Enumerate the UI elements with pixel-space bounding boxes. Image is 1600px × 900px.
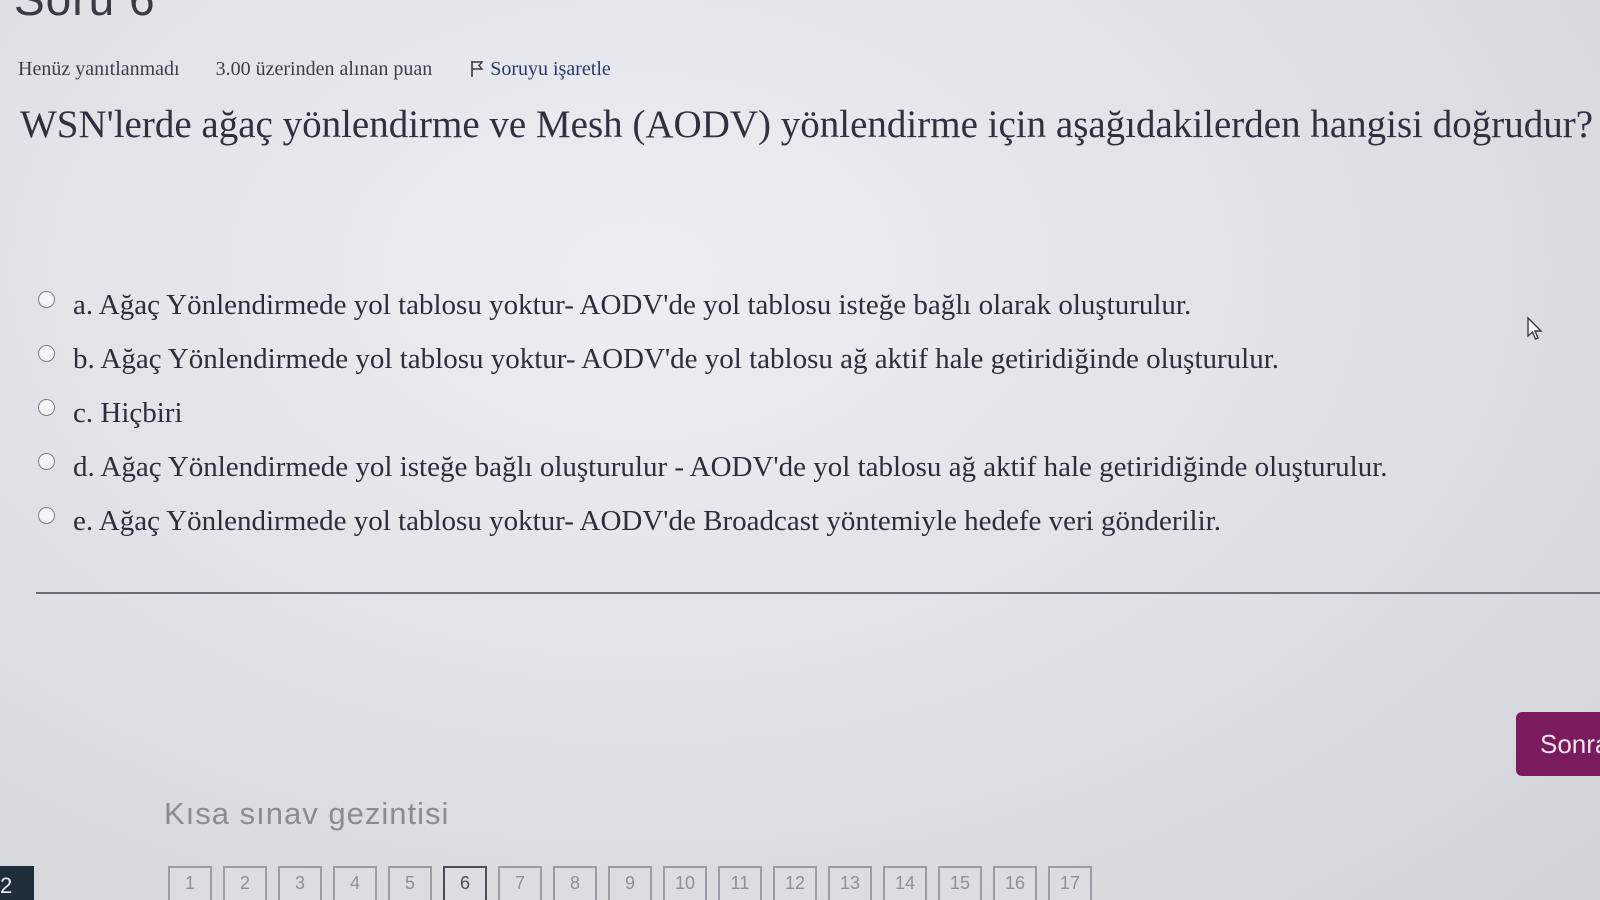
next-page-button[interactable]: Sonraki sayfa	[1516, 712, 1600, 776]
quiz-nav-page-10[interactable]: 10	[663, 866, 707, 900]
flag-icon	[471, 61, 484, 77]
quiz-nav-page-4[interactable]: 4	[333, 866, 377, 900]
quiz-nav-page-12[interactable]: 12	[773, 866, 817, 900]
quiz-nav-page-9[interactable]: 9	[608, 866, 652, 900]
quiz-nav-page-7[interactable]: 7	[498, 866, 542, 900]
flag-question-link[interactable]: Soruyu işaretle	[470, 58, 611, 81]
question-number: Soru 6	[14, 0, 156, 26]
quiz-nav-page-8[interactable]: 8	[553, 866, 597, 900]
quiz-nav-page-15[interactable]: 15	[938, 866, 982, 900]
section-divider	[36, 592, 1600, 594]
answer-label-c: c. Hiçbiri	[73, 396, 183, 429]
quiz-nav-page-14[interactable]: 14	[883, 866, 927, 900]
mouse-cursor-icon	[1527, 316, 1543, 340]
quiz-nav-page-3[interactable]: 3	[278, 866, 322, 900]
quiz-nav-page-1[interactable]: 1	[168, 866, 212, 900]
answer-option-a[interactable]: a. Ağaç Yönlendirmede yol tablosu yoktur…	[38, 278, 1598, 332]
quiz-navigation-title: Kısa sınav gezintisi	[164, 796, 450, 831]
answer-label-d: d. Ağaç Yönlendirmede yol isteğe bağlı o…	[73, 450, 1388, 483]
quiz-navigation-pages: 1 2 3 4 5 6 7 8 9 10 11 12 13 14 15 16 17	[168, 866, 1103, 900]
quiz-nav-page-5[interactable]: 5	[388, 866, 432, 900]
answer-radio-a[interactable]	[38, 290, 55, 308]
quiz-nav-page-17[interactable]: 17	[1048, 866, 1092, 900]
question-text: WSN'lerde ağaç yönlendirme ve Mesh (AODV…	[20, 103, 1594, 146]
quiz-nav-page-6[interactable]: 6	[443, 866, 487, 900]
answer-option-e[interactable]: e. Ağaç Yönlendirmede yol tablosu yoktur…	[38, 494, 1598, 548]
quiz-nav-page-2[interactable]: 2	[223, 866, 267, 900]
question-info-bar: Henüz yanıtlanmadı 3.00 üzerinden alınan…	[18, 54, 611, 84]
flag-question-label: Soruyu işaretle	[490, 57, 611, 80]
quiz-nav-page-11[interactable]: 11	[718, 866, 762, 900]
answer-option-d[interactable]: d. Ağaç Yönlendirmede yol isteğe bağlı o…	[38, 440, 1598, 494]
answer-label-e: e. Ağaç Yönlendirmede yol tablosu yoktur…	[73, 504, 1221, 537]
answer-label-b: b. Ağaç Yönlendirmede yol tablosu yoktur…	[73, 342, 1280, 375]
quiz-nav-page-13[interactable]: 13	[828, 866, 872, 900]
answer-label-a: a. Ağaç Yönlendirmede yol tablosu yoktur…	[73, 288, 1192, 321]
answer-radio-c[interactable]	[38, 398, 55, 416]
answer-option-b[interactable]: b. Ağaç Yönlendirmede yol tablosu yoktur…	[38, 332, 1598, 386]
answer-radio-d[interactable]	[38, 452, 55, 470]
answer-list: a. Ağaç Yönlendirmede yol tablosu yoktur…	[38, 278, 1598, 548]
question-grade: 3.00 üzerinden alınan puan	[215, 57, 433, 80]
quiz-nav-page-16[interactable]: 16	[993, 866, 1037, 900]
corner-tab[interactable]: 2	[0, 866, 34, 900]
answer-radio-b[interactable]	[38, 344, 55, 362]
answer-radio-e[interactable]	[38, 506, 55, 524]
answer-option-c[interactable]: c. Hiçbiri	[38, 386, 1598, 440]
question-state: Henüz yanıtlanmadı	[18, 57, 180, 80]
